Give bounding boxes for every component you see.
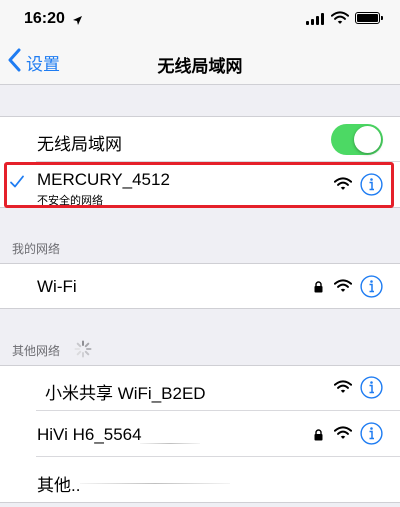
my-networks-header: 我的网络 [12,242,61,256]
wlan-toggle-label: 无线局域网 [37,135,122,154]
info-icon[interactable] [360,376,383,404]
wifi-signal-icon [333,426,353,445]
wlan-toggle-row: 无线局域网 [0,116,400,162]
lock-icon [314,428,323,446]
network-name: 小米共享 WiFi_B2ED [45,384,206,403]
status-wifi-icon [330,11,350,30]
redaction-smear [140,443,200,444]
network-row[interactable]: Wi-Fi [0,263,400,309]
connected-network-name: MERCURY_4512 [37,170,170,189]
network-name: HiVi H6_5564 [37,425,142,444]
info-icon[interactable] [360,173,383,201]
other-network-label: 其他.. [37,476,81,495]
other-networks-group: 小米共享 WiFi_B2ED HiVi H6_5564 其他.. [0,365,400,503]
wlan-group: 无线局域网 MERCURY_4512 不安全的网络 [0,116,400,208]
cellular-signal-icon [306,13,324,25]
status-time: 16:20 [24,10,65,27]
connected-network-subtitle: 不安全的网络 [37,195,103,207]
lock-icon [314,280,323,298]
other-network-row[interactable]: 其他.. [0,457,400,503]
network-row[interactable]: 小米共享 WiFi_B2ED [0,365,400,411]
connected-network-row[interactable]: MERCURY_4512 不安全的网络 [0,162,400,208]
page-title: 无线局域网 [157,57,243,76]
nav-bar: 设置 无线局域网 [0,40,400,85]
redaction-smear [80,483,230,484]
wifi-signal-icon [333,380,353,399]
my-networks-group: Wi-Fi [0,263,400,309]
wifi-signal-icon [333,279,353,298]
loading-spinner-icon [74,340,92,363]
info-icon[interactable] [360,275,383,303]
wifi-signal-icon [333,177,353,196]
status-bar: 16:20 [0,0,400,40]
checkmark-icon [9,174,25,195]
network-name: Wi-Fi [37,277,77,296]
info-icon[interactable] [360,422,383,450]
location-arrow-icon [72,13,83,31]
other-networks-header: 其他网络 [12,344,61,358]
wlan-toggle[interactable] [331,124,383,155]
network-row[interactable]: HiVi H6_5564 [0,411,400,457]
battery-icon [355,12,383,24]
